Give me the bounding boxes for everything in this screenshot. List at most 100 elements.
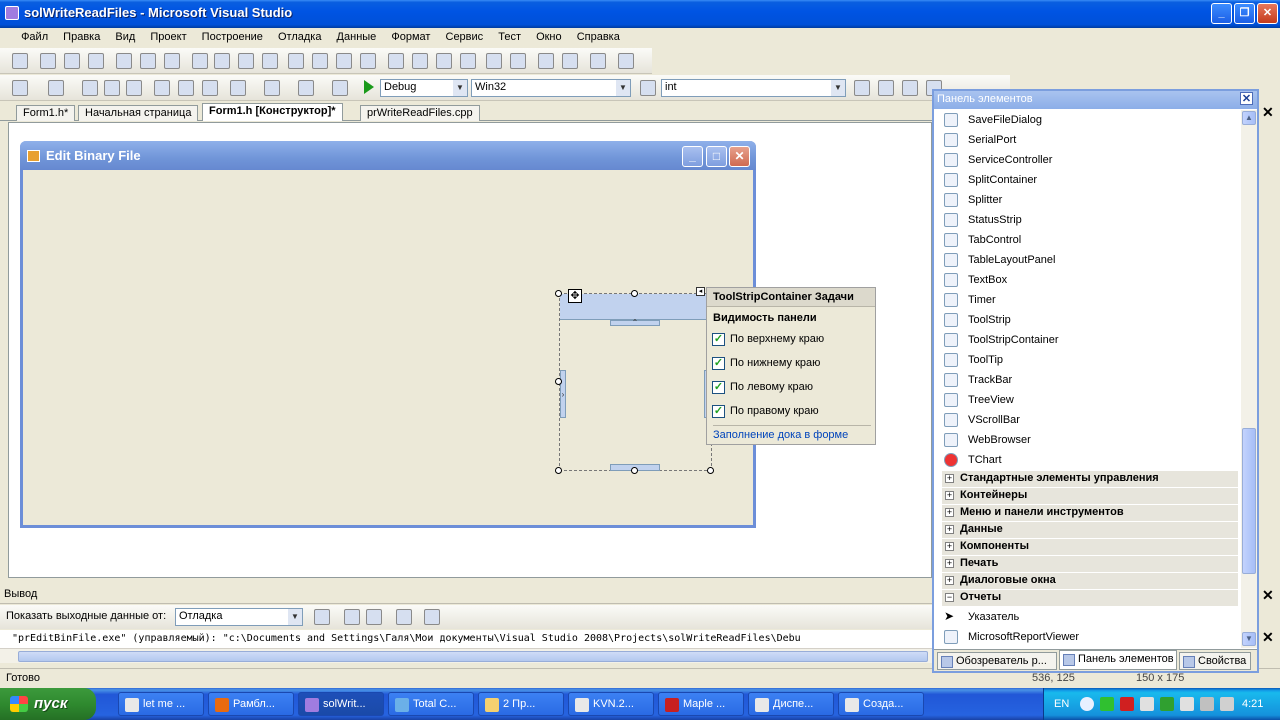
resize-handle-se[interactable] — [707, 467, 714, 474]
same-size-icon[interactable] — [238, 53, 254, 69]
volume-icon[interactable] — [1200, 697, 1214, 711]
center-horizontally-icon[interactable] — [486, 53, 502, 69]
same-height-icon[interactable] — [214, 53, 230, 69]
taskbar-item[interactable]: Созда... — [838, 692, 924, 716]
menu-file[interactable]: Файл — [15, 28, 54, 46]
top-panel-checkbox[interactable]: ✓ — [712, 333, 725, 346]
platform-select[interactable]: Win32 ▼ — [471, 79, 631, 97]
taskbar-item[interactable]: Диспе... — [748, 692, 834, 716]
smart-tag-arrow-icon[interactable]: ◂ — [696, 287, 705, 296]
output-source-select[interactable]: Отладка ▼ — [175, 608, 303, 626]
taskbar-item[interactable]: let me ... — [118, 692, 204, 716]
taskbar-item[interactable]: KVN.2... — [568, 692, 654, 716]
scroll-up-icon[interactable]: ▲ — [1242, 111, 1256, 125]
start-debugging-icon[interactable] — [364, 80, 374, 94]
tab-order-icon[interactable] — [590, 53, 606, 69]
top-panel-label[interactable]: По верхнему краю — [730, 333, 824, 345]
taskbar-item[interactable]: Рамбл... — [208, 692, 294, 716]
start-button[interactable]: пуск — [0, 688, 96, 720]
taskbar-item[interactable]: Total C... — [388, 692, 474, 716]
bring-to-front-icon[interactable] — [538, 53, 554, 69]
scroll-down-icon[interactable]: ▼ — [1242, 632, 1256, 646]
tab-form1-designer[interactable]: Form1.h [Конструктор]* — [202, 103, 343, 121]
tray-app-icon[interactable] — [1140, 697, 1154, 711]
send-to-back-icon[interactable] — [562, 53, 578, 69]
toolbar-options-icon[interactable] — [618, 53, 634, 69]
close-document-icon[interactable]: ✕ — [1262, 104, 1274, 121]
category-components[interactable]: + Компоненты — [942, 539, 1238, 555]
resize-handle-w[interactable] — [555, 378, 562, 385]
right-panel-checkbox[interactable]: ✓ — [712, 405, 725, 418]
align-grid-icon[interactable] — [12, 53, 28, 69]
menu-debug[interactable]: Отладка — [272, 28, 327, 46]
hspace-remove-icon[interactable] — [360, 53, 376, 69]
menu-help[interactable]: Справка — [571, 28, 626, 46]
menu-format[interactable]: Формат — [385, 28, 436, 46]
close-output-icon[interactable]: ✕ — [1262, 587, 1274, 604]
resize-handle-s[interactable] — [631, 467, 638, 474]
toolstrip-container[interactable]: ⌃ › — [559, 293, 712, 471]
add-item-icon[interactable] — [48, 80, 64, 96]
tab-form1-h[interactable]: Form1.h* — [16, 105, 76, 121]
output-horizontal-scrollbar[interactable] — [0, 648, 932, 663]
close-button[interactable]: ✕ — [1257, 3, 1278, 24]
taskbar-item-active[interactable]: solWrit... — [298, 692, 384, 716]
network-icon[interactable] — [1180, 697, 1194, 711]
undo-icon[interactable] — [230, 80, 246, 96]
same-width-icon[interactable] — [192, 53, 208, 69]
menu-project[interactable]: Проект — [144, 28, 192, 46]
menu-data[interactable]: Данные — [331, 28, 383, 46]
menu-build[interactable]: Построение — [196, 28, 269, 46]
align-left-icon[interactable] — [40, 53, 56, 69]
configuration-select[interactable]: Debug ▼ — [380, 79, 468, 97]
center-vertically-icon[interactable] — [510, 53, 526, 69]
menu-view[interactable]: Вид — [109, 28, 141, 46]
new-project-icon[interactable] — [12, 80, 28, 96]
menu-window[interactable]: Окно — [530, 28, 568, 46]
copy-icon[interactable] — [178, 80, 194, 96]
move-handle-icon[interactable]: ✥ — [568, 289, 582, 303]
scrollbar-thumb[interactable] — [1242, 428, 1256, 574]
navigate-back-icon[interactable] — [298, 80, 314, 96]
previous-message-icon[interactable] — [344, 609, 360, 625]
tab-properties[interactable]: Свойства — [1179, 652, 1251, 670]
properties-icon[interactable] — [878, 80, 894, 96]
toolstrip-top-panel[interactable] — [560, 294, 711, 320]
dock-fill-link[interactable]: Заполнение дока в форме — [713, 429, 848, 441]
bottom-panel-checkbox[interactable]: ✓ — [712, 357, 725, 370]
tray-app-icon[interactable] — [1100, 697, 1114, 711]
open-folder-icon[interactable] — [82, 80, 98, 96]
left-panel-label[interactable]: По левому краю — [730, 381, 813, 393]
solution-explorer-icon[interactable] — [854, 80, 870, 96]
redo-icon[interactable] — [264, 80, 280, 96]
find-message-icon[interactable] — [314, 609, 330, 625]
right-panel-label[interactable]: По правому краю — [730, 405, 819, 417]
scrollbar-thumb[interactable] — [18, 651, 928, 662]
tray-app-icon[interactable] — [1220, 697, 1234, 711]
menu-test[interactable]: Тест — [492, 28, 527, 46]
taskbar-item[interactable]: Maple ... — [658, 692, 744, 716]
category-menus-toolbars[interactable]: + Меню и панели инструментов — [942, 505, 1238, 521]
tab-start-page[interactable]: Начальная страница — [78, 105, 199, 121]
left-panel-checkbox[interactable]: ✓ — [712, 381, 725, 394]
language-indicator[interactable]: EN — [1054, 698, 1069, 710]
object-browser-icon[interactable] — [902, 80, 918, 96]
menu-edit[interactable]: Правка — [57, 28, 106, 46]
hspace-equal-icon[interactable] — [288, 53, 304, 69]
find-in-files-icon[interactable] — [640, 80, 656, 96]
resize-handle-sw[interactable] — [555, 467, 562, 474]
expand-top-panel-tab[interactable]: ⌃ — [610, 319, 660, 327]
restore-button[interactable]: ❐ — [1234, 3, 1255, 24]
cut-icon[interactable] — [154, 80, 170, 96]
navigate-forward-icon[interactable] — [332, 80, 348, 96]
vspace-decrease-icon[interactable] — [436, 53, 452, 69]
tab-toolbox[interactable]: Панель элементов — [1059, 650, 1177, 670]
align-middle-icon[interactable] — [140, 53, 156, 69]
next-message-icon[interactable] — [366, 609, 382, 625]
save-all-icon[interactable] — [126, 80, 142, 96]
menu-tools[interactable]: Сервис — [440, 28, 490, 46]
vspace-remove-icon[interactable] — [460, 53, 476, 69]
output-text[interactable]: "prEditBinFile.exe" (управляемый): "c:\D… — [0, 630, 932, 648]
clear-all-icon[interactable] — [396, 609, 412, 625]
tray-app-icon[interactable] — [1120, 697, 1134, 711]
